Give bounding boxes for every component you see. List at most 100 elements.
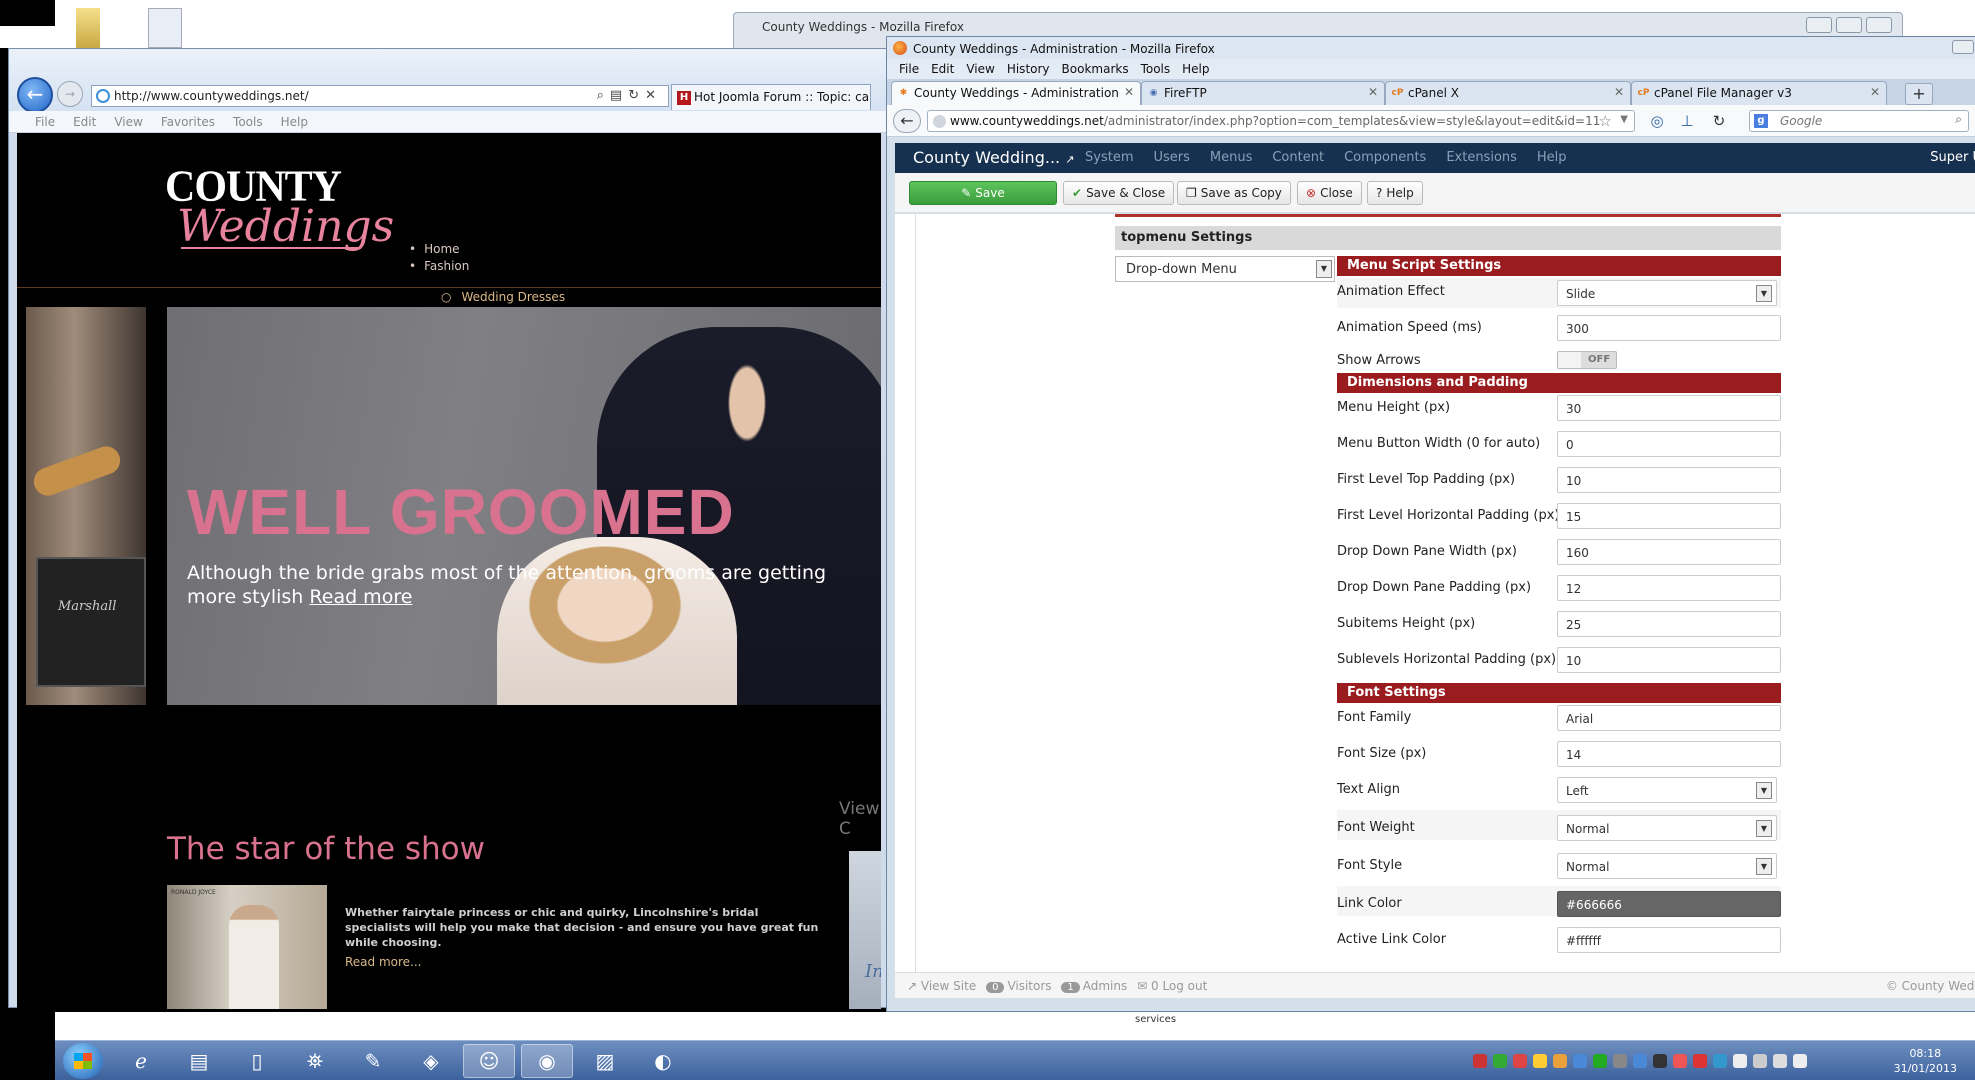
tab-cpanel[interactable]: cP cPanel X ✕ [1385, 81, 1631, 105]
dropdown-pane-padding-input[interactable]: 12 [1557, 575, 1781, 601]
site-logo[interactable]: COUNTY Weddings [165, 163, 394, 253]
bookmark-star-icon[interactable]: ☆ [1599, 112, 1612, 130]
close-tab-icon[interactable]: ✕ [1368, 85, 1378, 99]
subitems-height-input[interactable]: 25 [1557, 611, 1781, 637]
tray-sync-icon[interactable] [1633, 1054, 1647, 1068]
dropdown-pane-width-input[interactable]: 160 [1557, 539, 1781, 565]
tray-adobe-icon[interactable] [1473, 1054, 1487, 1068]
tray-volume-icon[interactable] [1793, 1054, 1807, 1068]
search-input[interactable]: g Google ⌕ [1749, 110, 1969, 132]
article-image[interactable]: RONALD JOYCE [167, 885, 327, 1009]
font-weight-select[interactable]: Normal ▼ [1557, 815, 1777, 841]
nav-item-fashion[interactable]: Fashion [409, 258, 469, 275]
document-desktop-icon[interactable] [148, 8, 182, 48]
ie-address-bar[interactable]: http://www.countyweddings.net/ ⌕▤↻✕ [91, 85, 669, 107]
tab-fireftp[interactable]: ◉ FireFTP ✕ [1141, 81, 1385, 105]
close-button[interactable]: ⊗ Close [1297, 181, 1362, 205]
close-icon[interactable] [1866, 17, 1892, 33]
ff-menu-view[interactable]: View [966, 62, 994, 79]
document-taskbar-icon[interactable]: ▯ [231, 1044, 283, 1078]
menu-type-select[interactable]: Drop-down Menu ▼ [1115, 256, 1335, 282]
app-taskbar-icon[interactable]: ☺ [463, 1044, 515, 1078]
tray-power-icon[interactable] [1753, 1054, 1767, 1068]
text-align-select[interactable]: Left ▼ [1557, 777, 1777, 803]
ie-menu-file[interactable]: File [35, 115, 55, 132]
ie-address-tools[interactable]: ⌕▤↻✕ [597, 88, 662, 103]
nav-item-wedding-dresses[interactable]: Wedding Dresses [441, 289, 565, 306]
system-clock[interactable]: 08:18 31/01/2013 [1894, 1046, 1957, 1076]
forward-icon[interactable]: → [57, 81, 83, 107]
nav-components[interactable]: Components [1344, 150, 1426, 165]
nav-help[interactable]: Help [1537, 150, 1567, 165]
hero-slide[interactable]: WELL GROOMED Although the bride grabs mo… [167, 307, 881, 705]
url-dropdown-icon[interactable]: ▼ [1620, 114, 1628, 125]
network-icon[interactable]: ⊥ [1677, 111, 1697, 131]
tab-administration[interactable]: ✱ County Weddings - Administration ✕ [891, 81, 1141, 105]
tray-flag-icon[interactable] [1733, 1054, 1747, 1068]
reload-icon[interactable]: ↻ [1709, 111, 1729, 131]
hero-read-more-link[interactable]: Read more [309, 586, 412, 608]
ie-menu-tools[interactable]: Tools [233, 115, 263, 132]
file-explorer-taskbar-icon[interactable]: ▤ [173, 1044, 225, 1078]
font-family-input[interactable]: Arial [1557, 705, 1781, 731]
user-menu[interactable]: Super U [1930, 150, 1975, 165]
link-color-input[interactable]: #666666 [1557, 891, 1781, 917]
nav-users[interactable]: Users [1153, 150, 1189, 165]
back-icon[interactable]: ← [893, 109, 921, 133]
gimp-taskbar-icon[interactable]: ◐ [637, 1044, 689, 1078]
menu-button-width-input[interactable]: 0 [1557, 431, 1781, 457]
font-style-select[interactable]: Normal ▼ [1557, 853, 1777, 879]
first-level-top-padding-input[interactable]: 10 [1557, 467, 1781, 493]
network-taskbar-icon[interactable]: ⛯ [289, 1044, 341, 1078]
folder-desktop-icon[interactable] [76, 8, 100, 48]
nav-extensions[interactable]: Extensions [1446, 150, 1517, 165]
back-icon[interactable]: ← [17, 77, 53, 113]
nav-system[interactable]: System [1085, 150, 1133, 165]
internet-explorer-taskbar-icon[interactable]: ℯ [115, 1044, 167, 1078]
save-close-button[interactable]: ✔ Save & Close [1063, 181, 1175, 205]
close-tab-icon[interactable]: ✕ [1870, 85, 1880, 99]
ie-menu-help[interactable]: Help [281, 115, 308, 132]
ie-tab[interactable]: H Hot Joomla Forum :: Topic: ca... [671, 84, 871, 110]
logout-link[interactable]: Log out [1162, 979, 1207, 993]
ff-menu-file[interactable]: File [899, 62, 919, 79]
tray-display-icon[interactable] [1653, 1054, 1667, 1068]
help-button[interactable]: ? Help [1367, 181, 1423, 205]
slider-previous-image[interactable]: Marshall [26, 307, 146, 705]
ff-menu-tools[interactable]: Tools [1141, 62, 1171, 79]
tray-security-icon[interactable] [1493, 1054, 1507, 1068]
ie-menu-favorites[interactable]: Favorites [161, 115, 215, 132]
article-thumbnail-right[interactable]: Ini [849, 851, 881, 1009]
tray-network-icon[interactable] [1573, 1054, 1587, 1068]
tray-folder-icon[interactable] [1553, 1054, 1567, 1068]
tray-volume-alert-icon[interactable] [1693, 1054, 1707, 1068]
notes-taskbar-icon[interactable]: ◈ [405, 1044, 457, 1078]
nav-item-home[interactable]: Home [409, 241, 469, 258]
font-size-input[interactable]: 14 [1557, 741, 1781, 767]
ff-menu-edit[interactable]: Edit [931, 62, 954, 79]
ff-menu-history[interactable]: History [1007, 62, 1050, 79]
save-button[interactable]: ✎ Save [909, 181, 1057, 205]
view-link[interactable]: View C [839, 799, 881, 839]
firefox-taskbar-icon[interactable]: ◉ [521, 1044, 573, 1078]
minimize-icon[interactable] [1806, 17, 1832, 33]
addon-icon[interactable]: ◎ [1647, 111, 1667, 131]
ie-menu-view[interactable]: View [114, 115, 142, 132]
menu-height-input[interactable]: 30 [1557, 395, 1781, 421]
tray-antivirus-icon[interactable] [1673, 1054, 1687, 1068]
animation-effect-select[interactable]: Slide ▼ [1557, 280, 1777, 306]
chart-taskbar-icon[interactable]: ▨ [579, 1044, 631, 1078]
sublevels-horizontal-padding-input[interactable]: 10 [1557, 647, 1781, 673]
tray-mail-icon[interactable] [1533, 1054, 1547, 1068]
tab-cpanel-file-manager[interactable]: cP cPanel File Manager v3 ✕ [1631, 81, 1887, 105]
maximize-icon[interactable] [1836, 17, 1862, 33]
nav-menus[interactable]: Menus [1210, 150, 1252, 165]
search-icon[interactable]: ⌕ [1955, 112, 1962, 127]
tray-alert-icon[interactable] [1513, 1054, 1527, 1068]
paint-taskbar-icon[interactable]: ✎ [347, 1044, 399, 1078]
view-site-link[interactable]: View Site [921, 979, 976, 993]
ff-menu-help[interactable]: Help [1182, 62, 1209, 79]
start-button[interactable] [63, 1043, 103, 1079]
article-read-more-link[interactable]: Read more... [345, 955, 422, 969]
tray-tool-icon[interactable] [1613, 1054, 1627, 1068]
